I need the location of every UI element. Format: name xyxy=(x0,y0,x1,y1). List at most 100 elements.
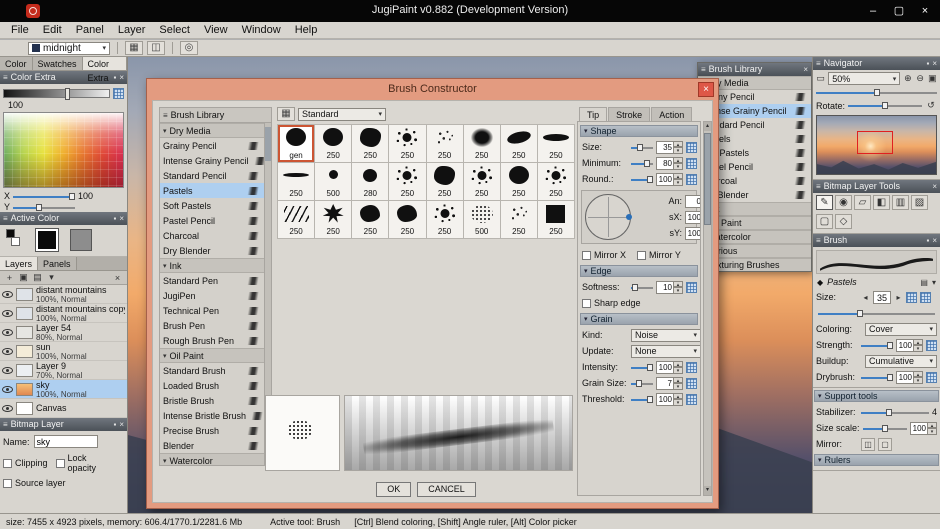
library-item-technical-pen[interactable]: Technical Pen xyxy=(160,303,264,318)
visibility-eye-icon[interactable] xyxy=(2,405,13,412)
brush-tip-250[interactable]: 250 xyxy=(389,201,425,238)
ok-button[interactable]: OK xyxy=(376,482,411,497)
spin-down-icon[interactable]: ▾ xyxy=(928,428,937,435)
pressure-grid-icon[interactable] xyxy=(686,362,697,373)
layer-row-sun[interactable]: sun100%, Normal xyxy=(0,342,127,361)
delete-layer-icon[interactable]: × xyxy=(111,273,124,283)
menu-help[interactable]: Help xyxy=(288,24,325,36)
slider-track[interactable] xyxy=(848,102,922,109)
spin-down-icon[interactable]: ▾ xyxy=(674,287,683,294)
coloring-dropdown[interactable]: Cover▾ xyxy=(865,323,937,336)
fit-view-icon[interactable]: ▣ xyxy=(928,73,937,84)
increase-icon[interactable]: ▸ xyxy=(894,293,903,302)
layer-row-distant-mountains[interactable]: distant mountains100%, Normal xyxy=(0,285,127,304)
panel-close-icon[interactable]: × xyxy=(119,212,124,225)
scroll-down-icon[interactable]: ▾ xyxy=(704,486,711,495)
tip-set-dropdown[interactable]: Standard ▾ xyxy=(298,108,386,121)
merge-down-icon[interactable]: ▾ xyxy=(45,272,58,283)
minimize-icon[interactable]: – xyxy=(866,3,880,19)
layer-row-layer-54[interactable]: Layer 5480%, Normal xyxy=(0,323,127,342)
brush-tip-250[interactable]: 250 xyxy=(501,201,537,238)
slider-handle[interactable] xyxy=(647,396,653,403)
section-rulers[interactable]: ▾Rulers xyxy=(814,454,939,466)
section-support-tools[interactable]: ▾Support tools xyxy=(814,390,939,402)
checkbox-lock-opacity[interactable] xyxy=(56,459,65,468)
buildup-dropdown[interactable]: Cumulative▾ xyxy=(865,355,937,368)
background-color-swatch[interactable] xyxy=(11,237,20,246)
slider-handle[interactable] xyxy=(36,204,42,211)
pressure-grid-icon[interactable] xyxy=(686,142,697,153)
library-section-oil-paint[interactable]: ▾Oil Paint xyxy=(160,348,264,363)
panel-menu-icon[interactable]: ≡ xyxy=(3,212,8,225)
panel-close-icon[interactable]: × xyxy=(932,234,937,247)
scroll-up-icon[interactable]: ▴ xyxy=(704,122,711,131)
update-dropdown[interactable]: None▾ xyxy=(631,345,701,358)
brush-tip-250[interactable]: 250 xyxy=(315,201,351,238)
layer-row-sky[interactable]: sky100%, Normal xyxy=(0,380,127,399)
eraser-tool-icon[interactable]: ▱ xyxy=(854,195,871,210)
color-palette-grid[interactable] xyxy=(3,112,124,188)
checkbox-clipping[interactable] xyxy=(3,459,12,468)
slider-handle[interactable] xyxy=(886,409,892,416)
brush-preset-row[interactable]: ◆ Pastels ▤ ▾ xyxy=(813,275,940,289)
slider-handle[interactable] xyxy=(632,284,638,291)
brush-tip-250[interactable]: 250 xyxy=(352,201,388,238)
slider-handle[interactable] xyxy=(644,160,650,167)
panel-pin-icon[interactable]: ▪ xyxy=(113,212,116,225)
checkbox-mirror-y[interactable] xyxy=(637,251,646,260)
brush-tip-250[interactable]: 250 xyxy=(389,163,425,200)
visibility-eye-icon[interactable] xyxy=(2,291,13,298)
slider-handle[interactable] xyxy=(637,144,643,151)
tab-layers[interactable]: Layers xyxy=(0,257,38,270)
panel-close-icon[interactable]: × xyxy=(119,418,124,431)
tab-swatches[interactable]: Swatches xyxy=(33,57,83,70)
angle-knob[interactable] xyxy=(626,214,632,220)
panel-close-icon[interactable]: × xyxy=(803,63,808,76)
mirror-horizontal-icon[interactable]: ◫ xyxy=(861,438,875,451)
layer-name-input[interactable] xyxy=(34,435,98,448)
panel-close-icon[interactable]: × xyxy=(932,180,937,193)
menu-edit[interactable]: Edit xyxy=(36,24,69,36)
fill-tool-icon[interactable]: ◧ xyxy=(873,195,890,210)
spin-down-icon[interactable]: ▾ xyxy=(674,383,683,390)
kind-dropdown[interactable]: Noise▾ xyxy=(631,329,701,342)
slider-handle[interactable] xyxy=(65,88,70,100)
pressure-grid-icon[interactable] xyxy=(686,378,697,389)
spin-value[interactable]: 100 xyxy=(656,361,674,374)
rotate-reset-icon[interactable]: ↺ xyxy=(925,100,937,111)
library-item-charcoal[interactable]: Charcoal xyxy=(160,228,264,243)
panel-close-icon[interactable]: × xyxy=(119,71,124,84)
slider-handle[interactable] xyxy=(887,342,893,349)
brush-tip-250[interactable]: 250 xyxy=(538,125,574,162)
pressure-grid-icon[interactable] xyxy=(113,88,124,99)
workspace-preset-dropdown[interactable]: midnight ▾ xyxy=(28,42,110,55)
library-item-bristle-brush[interactable]: Bristle Brush xyxy=(160,393,264,408)
spin-down-icon[interactable]: ▾ xyxy=(674,163,683,170)
brush-tip-250[interactable]: 250 xyxy=(501,163,537,200)
brush-tip-250[interactable]: 250 xyxy=(427,201,463,238)
visibility-eye-icon[interactable] xyxy=(2,310,13,317)
zoom-in-icon[interactable]: ⊕ xyxy=(903,73,912,84)
pressure-grid-icon[interactable] xyxy=(686,174,697,185)
scrollbar-thumb[interactable] xyxy=(704,133,711,225)
texture-grid-icon[interactable] xyxy=(920,292,931,303)
brush-tip-250[interactable]: 250 xyxy=(315,125,351,162)
layer-row-distant-mountains-copy[interactable]: distant mountains copy100%, Normal xyxy=(0,304,127,323)
gradient-tool-icon[interactable]: ▥ xyxy=(892,195,909,210)
airbrush-tool-icon[interactable]: ◉ xyxy=(835,195,852,210)
menu-view[interactable]: View xyxy=(197,24,235,36)
section-grain[interactable]: ▾Grain xyxy=(580,313,698,325)
spin-value[interactable]: 35 xyxy=(656,141,674,154)
panel-menu-icon[interactable]: ≡ xyxy=(816,180,821,193)
visibility-eye-icon[interactable] xyxy=(2,386,13,393)
cursor-target-icon[interactable]: ◎ xyxy=(180,41,198,55)
pressure-grid-icon[interactable] xyxy=(686,282,697,293)
layer-row-canvas[interactable]: Canvas xyxy=(0,399,127,418)
tab-tip[interactable]: Tip xyxy=(579,107,607,121)
spin-value[interactable]: 100 xyxy=(685,227,701,240)
grid-view-icon[interactable]: ▦ xyxy=(125,41,143,55)
slider-track[interactable] xyxy=(13,193,75,200)
panel-pin-icon[interactable]: ▪ xyxy=(113,418,116,431)
pressure-grid-icon[interactable] xyxy=(926,372,937,383)
library-item-brush-pen[interactable]: Brush Pen xyxy=(160,318,264,333)
